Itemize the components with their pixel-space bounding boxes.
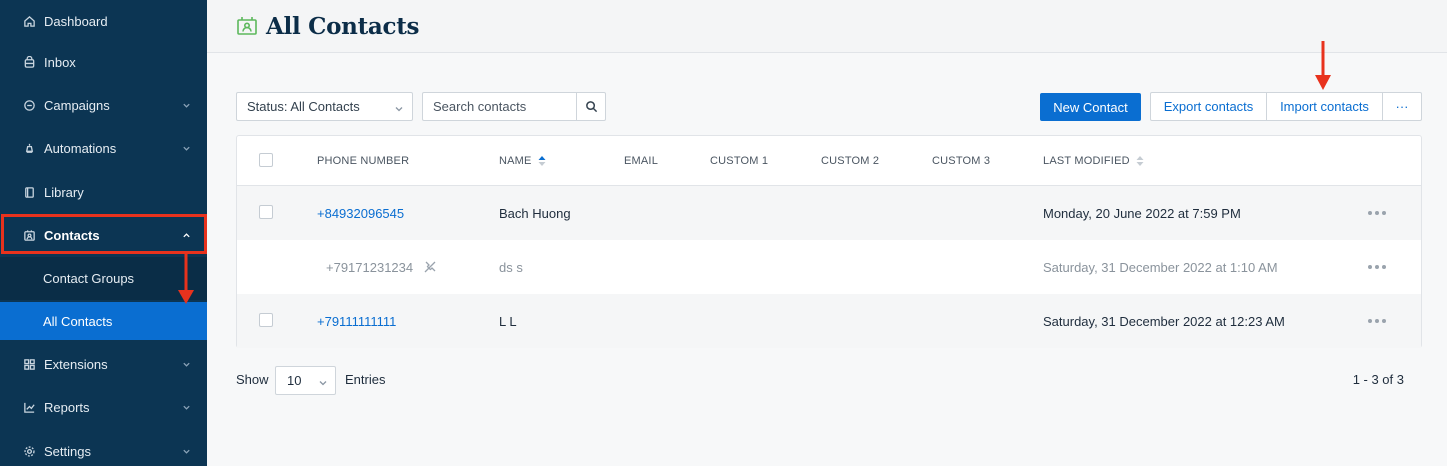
page-header: All Contacts: [207, 0, 1447, 53]
sidebar-item-contacts[interactable]: Contacts: [0, 214, 207, 257]
sidebar-item-library[interactable]: Library: [0, 171, 207, 214]
sidebar-item-all-contacts[interactable]: All Contacts: [0, 302, 207, 340]
chevron-down-icon: [181, 447, 191, 457]
sidebar-item-label: Contacts: [44, 228, 100, 243]
table-header: PHONE NUMBER NAME EMAIL CUSTOM 1 CUSTOM …: [237, 136, 1421, 186]
column-header-custom3[interactable]: CUSTOM 3: [932, 155, 990, 167]
column-header-email[interactable]: EMAIL: [624, 155, 658, 167]
sidebar-item-reports[interactable]: Reports: [0, 386, 207, 429]
sidebar-item-extensions[interactable]: Extensions: [0, 343, 207, 386]
sidebar-item-label: Settings: [44, 444, 91, 459]
contacts-actions-group: Export contacts Import contacts ···: [1150, 92, 1422, 121]
status-filter-value: Status: All Contacts: [247, 99, 360, 114]
column-header-custom2[interactable]: CUSTOM 2: [821, 155, 879, 167]
row-more-icon[interactable]: [1367, 262, 1387, 272]
sidebar-item-label: All Contacts: [43, 313, 113, 329]
contacts-table: PHONE NUMBER NAME EMAIL CUSTOM 1 CUSTOM …: [236, 135, 1422, 348]
column-header-phone[interactable]: PHONE NUMBER: [317, 155, 409, 167]
phone-link[interactable]: +79111111111: [317, 294, 396, 348]
phone-link[interactable]: +84932096545: [317, 186, 404, 240]
row-checkbox[interactable]: [259, 313, 273, 327]
column-header-custom1[interactable]: CUSTOM 1: [710, 155, 768, 167]
sidebar-item-label: Extensions: [44, 357, 108, 372]
entries-per-page-select[interactable]: 10: [275, 366, 336, 395]
row-checkbox[interactable]: [259, 205, 273, 219]
sidebar-item-label: Library: [44, 185, 84, 200]
column-header-label: NAME: [499, 155, 532, 167]
sidebar-item-settings[interactable]: Settings: [0, 430, 207, 466]
select-all-checkbox[interactable]: [259, 153, 273, 167]
entries-label: Entries: [345, 372, 386, 387]
contact-name: Bach Huong: [499, 205, 571, 221]
last-modified: Saturday, 31 December 2022 at 1:10 AM: [1043, 259, 1278, 275]
sidebar-item-label: Inbox: [44, 55, 76, 70]
more-actions-button[interactable]: ···: [1382, 93, 1421, 120]
sort-icon: [1136, 156, 1144, 166]
status-filter-select[interactable]: Status: All Contacts: [236, 92, 413, 121]
phone-number: +79171231234: [326, 259, 414, 275]
search-box: [422, 92, 606, 121]
chevron-down-icon: [181, 144, 191, 154]
chevron-down-icon: [181, 403, 191, 413]
new-contact-button[interactable]: New Contact: [1040, 93, 1141, 121]
row-more-icon[interactable]: [1367, 316, 1387, 326]
contact-card-icon: [236, 15, 258, 37]
contact-name: L L: [499, 313, 517, 329]
sort-ascending-icon: [538, 156, 546, 166]
reports-icon: [22, 401, 36, 415]
table-row[interactable]: +79171231234 ds s Saturday, 31 December …: [237, 240, 1421, 294]
extensions-icon: [22, 358, 36, 372]
chevron-down-icon: [181, 360, 191, 370]
sidebar-item-label: Dashboard: [44, 14, 108, 29]
table-row[interactable]: +84932096545 Bach Huong Monday, 20 June …: [237, 186, 1421, 240]
unsubscribed-icon: [424, 261, 436, 273]
sidebar-item-automations[interactable]: Automations: [0, 127, 207, 170]
pagination-info: 1 - 3 of 3: [1352, 372, 1404, 387]
sidebar-item-inbox[interactable]: Inbox: [0, 41, 207, 84]
last-modified: Monday, 20 June 2022 at 7:59 PM: [1043, 205, 1241, 221]
chevron-up-icon: [181, 231, 191, 241]
sidebar-item-campaigns[interactable]: Campaigns: [0, 84, 207, 127]
contact-name: ds s: [499, 259, 523, 275]
search-input[interactable]: [423, 93, 576, 120]
export-contacts-button[interactable]: Export contacts: [1151, 93, 1266, 120]
chevron-down-icon: [394, 102, 404, 112]
last-modified: Saturday, 31 December 2022 at 12:23 AM: [1043, 313, 1285, 329]
settings-icon: [22, 445, 36, 459]
row-more-icon[interactable]: [1367, 208, 1387, 218]
chevron-down-icon: [318, 376, 328, 386]
import-contacts-button[interactable]: Import contacts: [1266, 93, 1382, 120]
automation-icon: [22, 142, 36, 156]
library-icon: [22, 186, 36, 200]
column-header-label: LAST MODIFIED: [1043, 155, 1130, 167]
annotation-arrow-down: [1315, 41, 1331, 90]
contacts-icon: [22, 229, 36, 243]
inbox-icon: [22, 56, 36, 70]
phone-number-unsubscribed: +79171231234: [326, 240, 437, 294]
search-button[interactable]: [576, 93, 605, 120]
show-label: Show: [236, 372, 269, 387]
sidebar-item-label: Reports: [44, 400, 90, 415]
annotation-arrow-down: [178, 254, 194, 304]
entries-per-page-value: 10: [287, 373, 302, 388]
sidebar-item-label: Campaigns: [44, 98, 110, 113]
campaign-icon: [22, 99, 36, 113]
column-header-name[interactable]: NAME: [499, 155, 546, 167]
search-icon: [585, 101, 597, 113]
column-header-last-modified[interactable]: LAST MODIFIED: [1043, 155, 1144, 167]
table-row[interactable]: +79111111111 L L Saturday, 31 December 2…: [237, 294, 1421, 348]
sidebar: Dashboard Inbox Campaigns Automations Li…: [0, 0, 207, 466]
home-icon: [22, 15, 36, 29]
sidebar-item-dashboard[interactable]: Dashboard: [0, 0, 207, 43]
page-title: All Contacts: [266, 12, 420, 40]
chevron-down-icon: [181, 101, 191, 111]
sidebar-item-label: Automations: [44, 141, 117, 156]
